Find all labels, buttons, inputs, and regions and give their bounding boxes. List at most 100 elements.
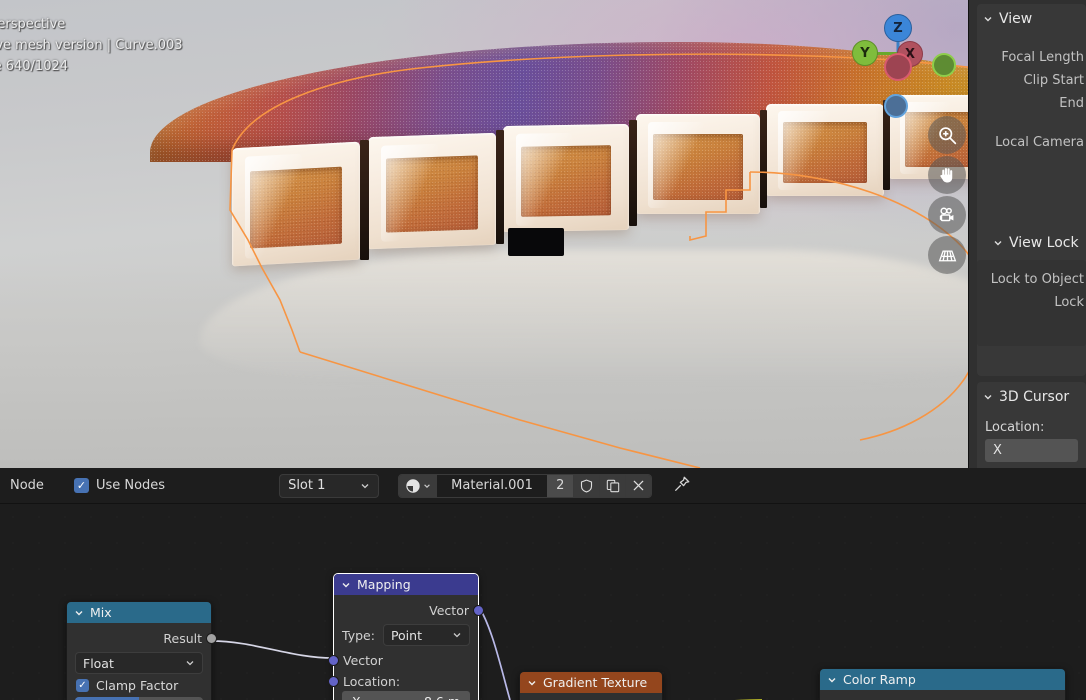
node-color-ramp[interactable]: Color Ramp Color Alpha	[819, 668, 1071, 700]
cursor-location-label: Location:	[985, 420, 1045, 435]
node-gradient-body: Color Fac	[520, 693, 662, 700]
node-mix-title: Mix	[90, 605, 112, 620]
vector-out-label: Vector	[429, 602, 469, 618]
local-camera-label: Local Camera	[995, 135, 1084, 150]
clamp-factor-toggle[interactable]: ✓ Clamp Factor	[76, 678, 202, 693]
view-lock-panel-header[interactable]: View Lock	[977, 228, 1086, 258]
clamp-factor-label: Clamp Factor	[96, 678, 179, 693]
node-canvas[interactable]: Mix Result Float ✓ Clamp Factor Mapping …	[0, 504, 1086, 700]
mapping-type-value: Point	[390, 627, 422, 643]
chevron-down-icon	[984, 395, 992, 400]
chevron-down-icon	[186, 661, 194, 666]
clamp-factor-checkbox[interactable]: ✓	[76, 679, 89, 692]
node-mix-output-result[interactable]: Result	[67, 627, 217, 649]
node-gradient-texture[interactable]: Gradient Texture Color Fac	[519, 671, 663, 700]
cursor-x-field[interactable]: X	[985, 439, 1078, 462]
node-editor-header[interactable]: Node ✓ Use Nodes Slot 1 Material.001 2	[0, 468, 1086, 504]
material-browse-icon[interactable]	[399, 474, 438, 497]
material-sphere-icon	[405, 478, 420, 493]
socket-location[interactable]	[328, 675, 339, 687]
node-mapping[interactable]: Mapping Vector Type: Point Vector Locati…	[328, 573, 484, 700]
mesh-cell	[368, 132, 496, 250]
mesh-cell	[766, 104, 884, 196]
gizmo-axis-y-neg[interactable]	[932, 53, 956, 77]
slot-dropdown[interactable]: Slot 1	[279, 473, 380, 498]
node-gradient-header[interactable]: Gradient Texture	[520, 672, 662, 693]
node-colorramp-title: Color Ramp	[843, 672, 916, 687]
cursor-panel-title: 3D Cursor	[999, 389, 1070, 405]
viewport-tool-buttons[interactable]	[928, 116, 966, 274]
node-mapping-title: Mapping	[357, 577, 411, 592]
pan-hand-icon[interactable]	[928, 156, 966, 194]
viewport-sidebar[interactable]: View Focal Length Clip Start End Local C…	[968, 0, 1086, 468]
blender-window: Perspective rve mesh version | Curve.003…	[0, 0, 1086, 700]
gizmo-axis-z-neg[interactable]	[884, 94, 908, 118]
chevron-down-icon	[984, 17, 992, 22]
location-x-field[interactable]: X -8.6 m	[342, 691, 470, 700]
gizmo-z-label: Z	[893, 20, 903, 36]
socket-vector-in[interactable]	[328, 654, 339, 666]
location-x-value: -8.6 m	[419, 694, 460, 700]
pin-icon[interactable]	[673, 475, 691, 497]
material-users-count[interactable]: 2	[547, 474, 574, 497]
location-x-label: X	[352, 694, 361, 700]
socket-result[interactable]	[206, 632, 217, 644]
mix-datatype-dropdown[interactable]: Float	[75, 652, 203, 674]
3d-viewport[interactable]: Perspective rve mesh version | Curve.003…	[0, 0, 1086, 468]
viewport-info-line: rve mesh version | Curve.003	[0, 38, 183, 53]
slot-value: Slot 1	[288, 478, 326, 493]
cursor-x-label: X	[993, 443, 1002, 458]
use-nodes-checkbox[interactable]: ✓	[73, 478, 89, 493]
node-mix-header[interactable]: Mix	[67, 602, 211, 623]
chevron-down-icon	[361, 483, 369, 488]
use-nodes-toggle[interactable]: ✓ Use Nodes	[73, 478, 166, 493]
fake-user-shield-icon[interactable]	[573, 474, 600, 497]
viewport-info-overlay: Perspective rve mesh version | Curve.003…	[0, 14, 183, 77]
node-colorramp-header[interactable]: Color Ramp	[820, 669, 1065, 690]
view-panel-header[interactable]: View	[977, 4, 1086, 34]
node-menu[interactable]: Node	[10, 478, 44, 493]
chevron-down-icon	[75, 610, 83, 615]
gizmo-axis-x-neg[interactable]	[884, 53, 912, 81]
dark-cavity	[508, 228, 564, 256]
camera-icon[interactable]	[928, 196, 966, 234]
duplicate-icon[interactable]	[599, 474, 626, 497]
node-mapping-header[interactable]: Mapping	[334, 574, 478, 595]
mix-datatype-value: Float	[83, 655, 114, 671]
gizmo-y-label: Y	[860, 45, 870, 61]
lock-to-object-label: Lock to Object	[990, 272, 1084, 287]
socket-vector-out[interactable]	[473, 604, 484, 616]
view-lock-title: View Lock	[1009, 235, 1079, 251]
shader-node-editor[interactable]: Node ✓ Use Nodes Slot 1 Material.001 2 M…	[0, 468, 1086, 700]
node-mix-body: Result Float ✓ Clamp Factor	[67, 623, 217, 700]
lock-label: Lock	[1054, 295, 1084, 310]
chevron-down-icon	[828, 677, 836, 682]
focal-length-label: Focal Length	[1001, 50, 1084, 65]
mapping-type-label: Type:	[342, 627, 375, 643]
chevron-down-icon	[342, 582, 350, 587]
vector-in-label: Vector	[343, 652, 383, 668]
mapping-type-row[interactable]: Type: Point	[342, 624, 470, 646]
mapping-type-dropdown[interactable]: Point	[382, 624, 470, 646]
chevron-down-icon	[453, 633, 461, 638]
node-gradient-title: Gradient Texture	[543, 675, 648, 690]
view-panel-title: View	[999, 11, 1033, 27]
navigation-gizmo[interactable]: Z X Y	[848, 8, 956, 118]
mesh-cell	[636, 114, 760, 214]
cursor-panel-header[interactable]: 3D Cursor	[977, 382, 1086, 412]
gizmo-axis-z[interactable]: Z	[884, 14, 912, 42]
use-nodes-label: Use Nodes	[95, 478, 166, 493]
grid-perspective-icon[interactable]	[928, 236, 966, 274]
gizmo-axis-y[interactable]: Y	[852, 40, 878, 66]
material-id-block[interactable]: Material.001 2	[398, 473, 653, 498]
node-mapping-output-vector[interactable]: Vector	[334, 599, 484, 621]
node-mix[interactable]: Mix Result Float ✓ Clamp Factor	[66, 601, 217, 700]
colorramp-output-color[interactable]: Color	[820, 694, 1071, 700]
material-name-field[interactable]: Material.001	[437, 474, 548, 497]
zoom-icon[interactable]	[928, 116, 966, 154]
view-lock-body: Lock to Object Lock	[977, 260, 1086, 346]
mesh-seam	[760, 110, 767, 208]
node-mapping-input-location[interactable]: Location:	[328, 671, 478, 691]
unlink-x-icon[interactable]	[625, 474, 652, 497]
node-mapping-input-vector[interactable]: Vector	[328, 649, 478, 671]
